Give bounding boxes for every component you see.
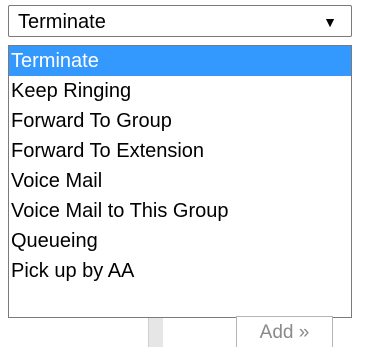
option-forward-to-extension[interactable]: Forward To Extension xyxy=(9,136,351,166)
option-voice-mail-to-this-group[interactable]: Voice Mail to This Group xyxy=(9,196,351,226)
select-options-list: Terminate Keep Ringing Forward To Group … xyxy=(8,45,352,318)
option-queueing[interactable]: Queueing xyxy=(9,226,351,256)
select-value: Terminate xyxy=(18,11,106,33)
triangle-down-icon[interactable]: ▼ xyxy=(323,14,337,30)
add-button[interactable]: Add » xyxy=(236,316,333,347)
option-forward-to-group[interactable]: Forward To Group xyxy=(9,106,351,136)
option-keep-ringing[interactable]: Keep Ringing xyxy=(9,76,351,106)
option-pick-up-by-aa[interactable]: Pick up by AA xyxy=(9,256,351,286)
background-scrollbar xyxy=(148,318,163,347)
action-select[interactable]: Terminate ▼ xyxy=(8,5,352,37)
option-terminate[interactable]: Terminate xyxy=(9,46,351,76)
option-voice-mail[interactable]: Voice Mail xyxy=(9,166,351,196)
dropdown-screenshot: Terminate ▼ Terminate Keep Ringing Forwa… xyxy=(0,0,365,347)
